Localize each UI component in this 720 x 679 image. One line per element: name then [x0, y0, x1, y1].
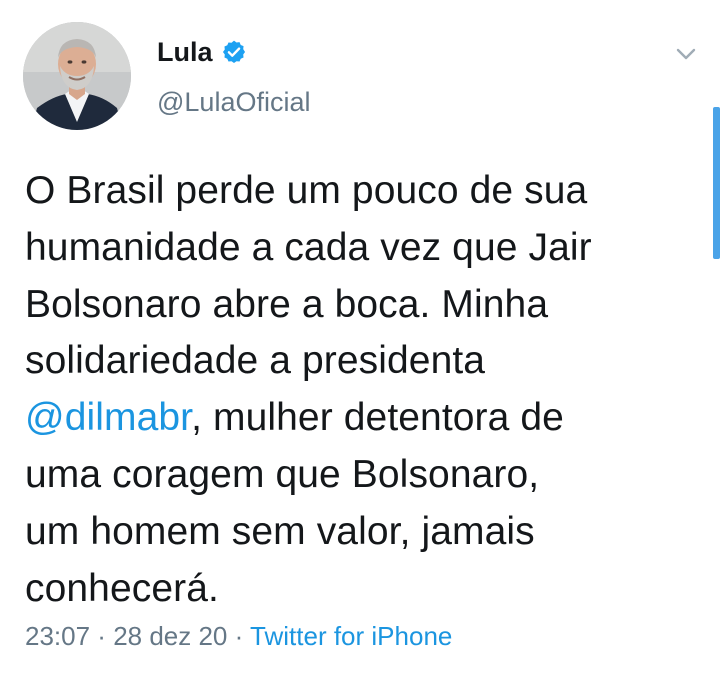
tweet-card: Lula @LulaOficial O Brasil perde um pouc…	[0, 0, 720, 679]
tweet-date[interactable]: 28 dez 20	[113, 621, 227, 651]
mention-link[interactable]: @dilmabr	[25, 396, 191, 439]
tweet-line: solidariedade a presidenta	[25, 339, 486, 383]
tweet-line: O Brasil perde um pouco de sua	[25, 169, 588, 212]
author-name-row[interactable]: Lula	[157, 36, 247, 68]
tweet-line: uma coragem que Bolsonaro,	[25, 452, 540, 496]
tweet-text: O Brasil perde um pouco de sua humanidad…	[25, 163, 705, 617]
author-handle[interactable]: @LulaOficial	[157, 86, 310, 118]
author-display-name[interactable]: Lula	[157, 36, 213, 68]
tweet-line-text: , mulher detentora de	[191, 396, 564, 440]
tweet-metadata: 23:07 · 28 dez 20 · Twitter for iPhone	[25, 620, 452, 652]
tweet-source-link[interactable]: Twitter for iPhone	[250, 621, 452, 651]
tweet-line: humanidade a cada vez que Jair	[25, 225, 592, 269]
scrollbar[interactable]	[713, 107, 720, 259]
tweet-line: um homem sem valor, jamais	[25, 509, 535, 553]
meta-separator: ·	[90, 621, 114, 651]
tweet-line: Bolsonaro abre a boca. Minha	[25, 282, 549, 326]
verified-badge-icon	[221, 39, 247, 65]
tweet-time[interactable]: 23:07	[25, 621, 90, 651]
chevron-down-icon[interactable]	[672, 40, 700, 68]
tweet-line: @dilmabr, mulher detentora de	[25, 390, 705, 447]
meta-separator: ·	[227, 621, 251, 651]
tweet-line: conhecerá.	[25, 566, 219, 610]
avatar[interactable]	[23, 22, 131, 130]
